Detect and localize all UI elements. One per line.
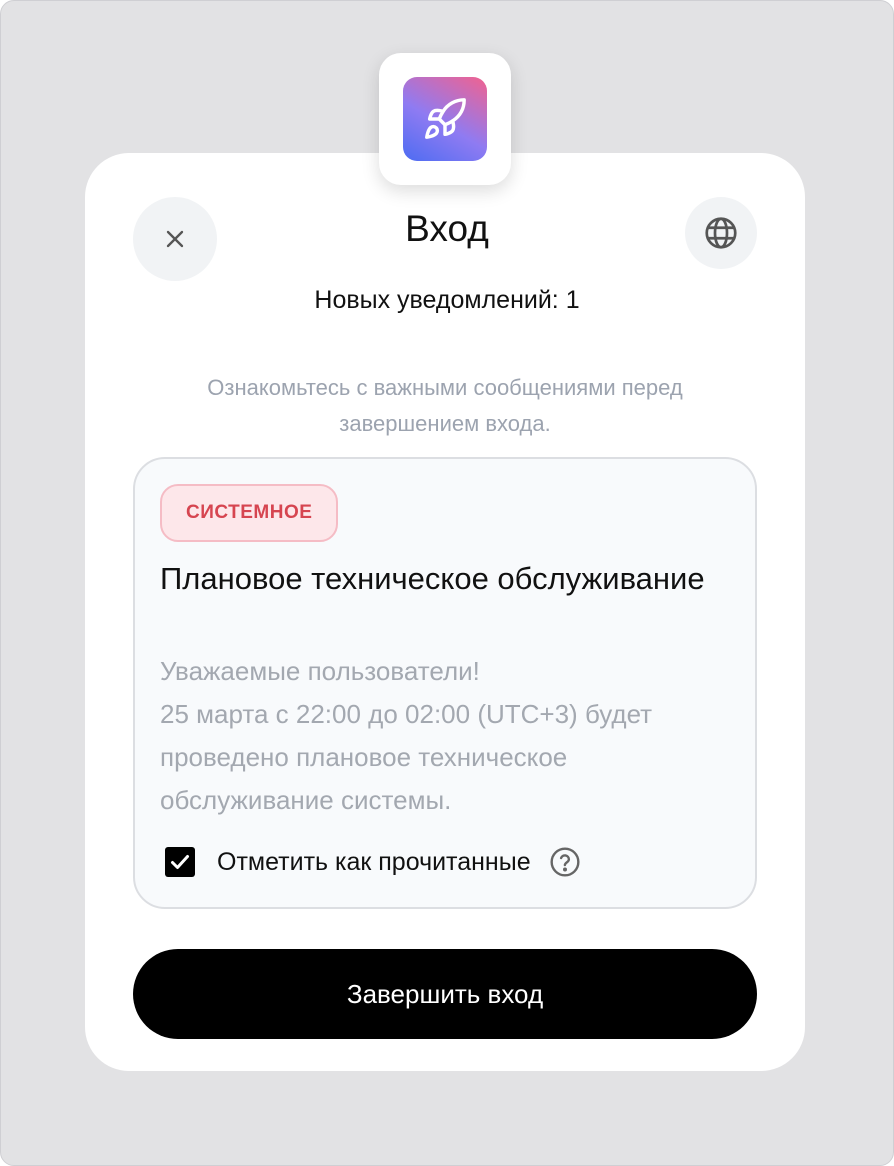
mark-read-row: Отметить как прочитанные [165, 845, 581, 879]
mark-read-label[interactable]: Отметить как прочитанные [217, 848, 531, 877]
checkmark-icon [171, 855, 189, 869]
dialog-title: Вход [405, 208, 489, 249]
notification-title: Плановое техническое обслуживание [160, 561, 705, 596]
notification-greeting: Уважаемые пользователи! [160, 656, 480, 686]
notification-card: СИСТЕМНОЕ Плановое техническое обслужива… [133, 457, 757, 909]
notification-message: 25 марта с 22:00 до 02:00 (UTC+3) будет … [160, 699, 653, 815]
mark-read-checkbox[interactable] [165, 847, 195, 877]
app-logo [379, 53, 511, 185]
category-badge: СИСТЕМНОЕ [160, 484, 339, 542]
notification-body: Уважаемые пользователи! 25 марта с 22:00… [160, 650, 740, 822]
question-circle-icon[interactable] [549, 846, 581, 878]
notification-count: Новых уведомлений: 1 [314, 286, 580, 314]
complete-login-button[interactable]: Завершить вход [133, 949, 757, 1039]
dialog-hint: Ознакомьтесь с важными сообщениями перед… [207, 375, 683, 436]
rocket-icon [403, 77, 487, 161]
